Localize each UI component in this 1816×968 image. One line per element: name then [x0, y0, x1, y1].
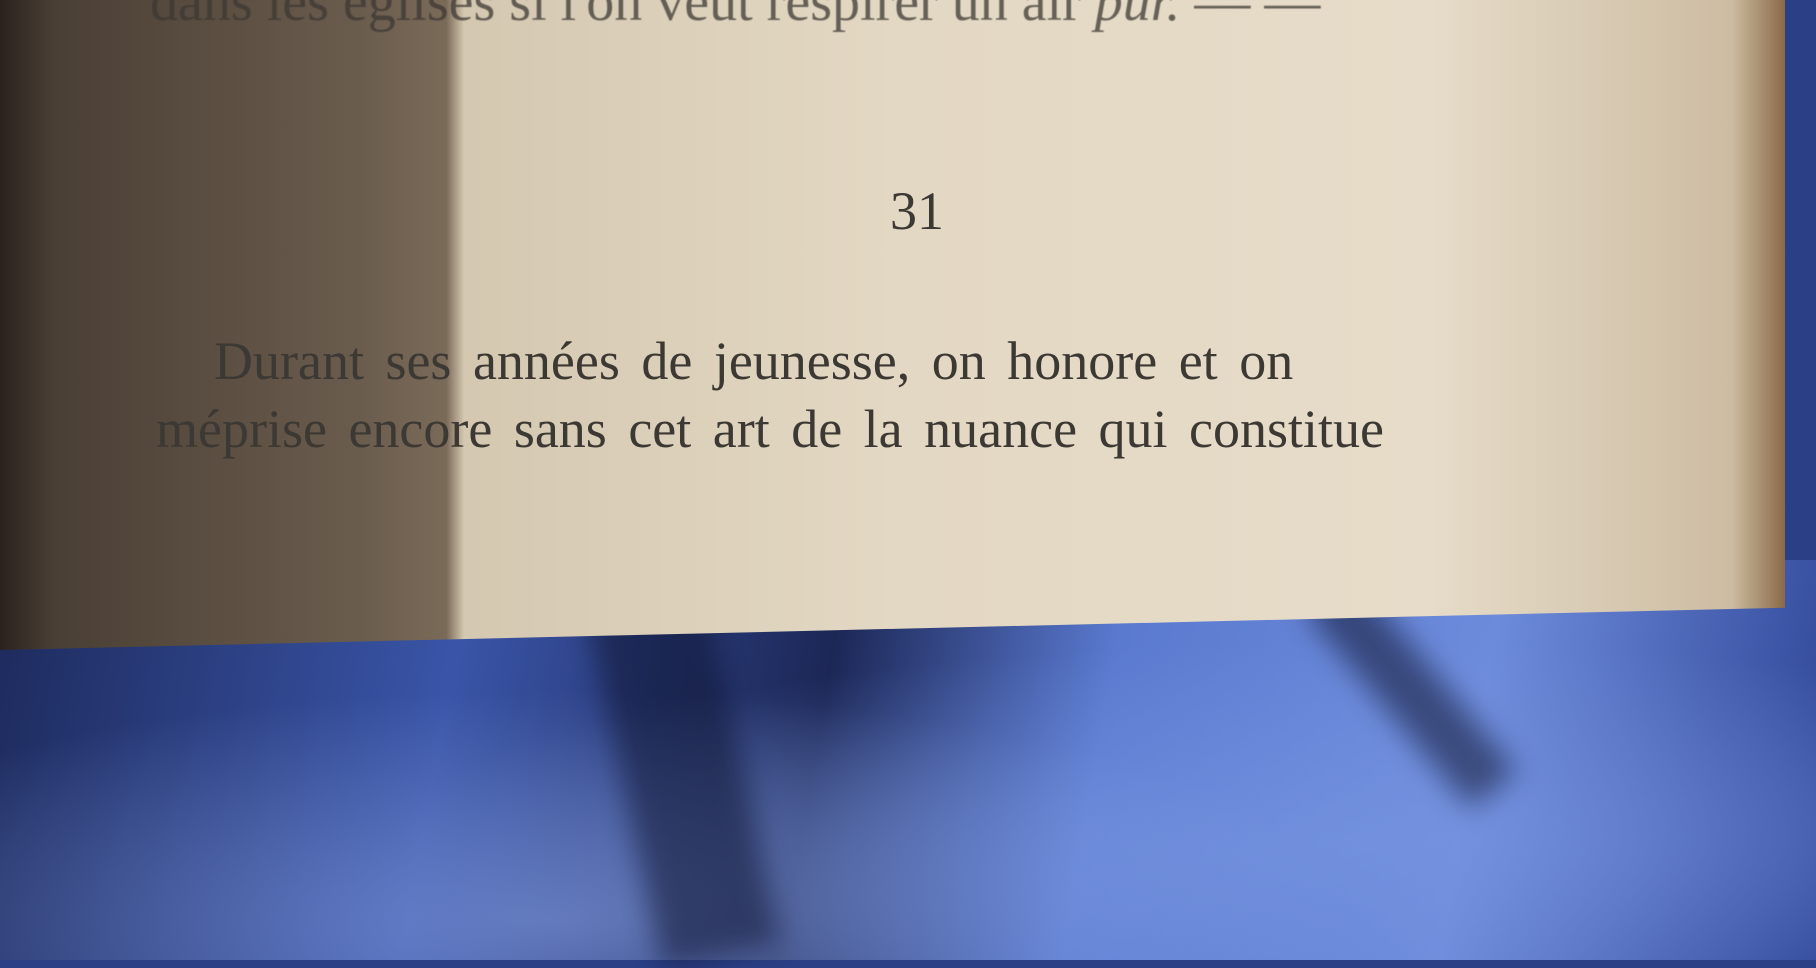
book-page: dans les églises si l'on veut respirer u…: [0, 0, 1785, 650]
cut-off-text-line: dans les églises si l'on veut respirer u…: [150, 0, 1320, 34]
paragraph-line-2: méprise encore sans cet art de la nuance…: [156, 399, 1385, 459]
top-line-italic: pur.: [1094, 0, 1181, 33]
paragraph-line-1: Durant ses années de jeunesse, on honore…: [214, 331, 1294, 391]
top-line-dashes: — —: [1194, 0, 1321, 33]
section-number: 31: [890, 181, 944, 241]
top-line-text: dans les églises si l'on veut respirer u…: [150, 0, 1081, 33]
